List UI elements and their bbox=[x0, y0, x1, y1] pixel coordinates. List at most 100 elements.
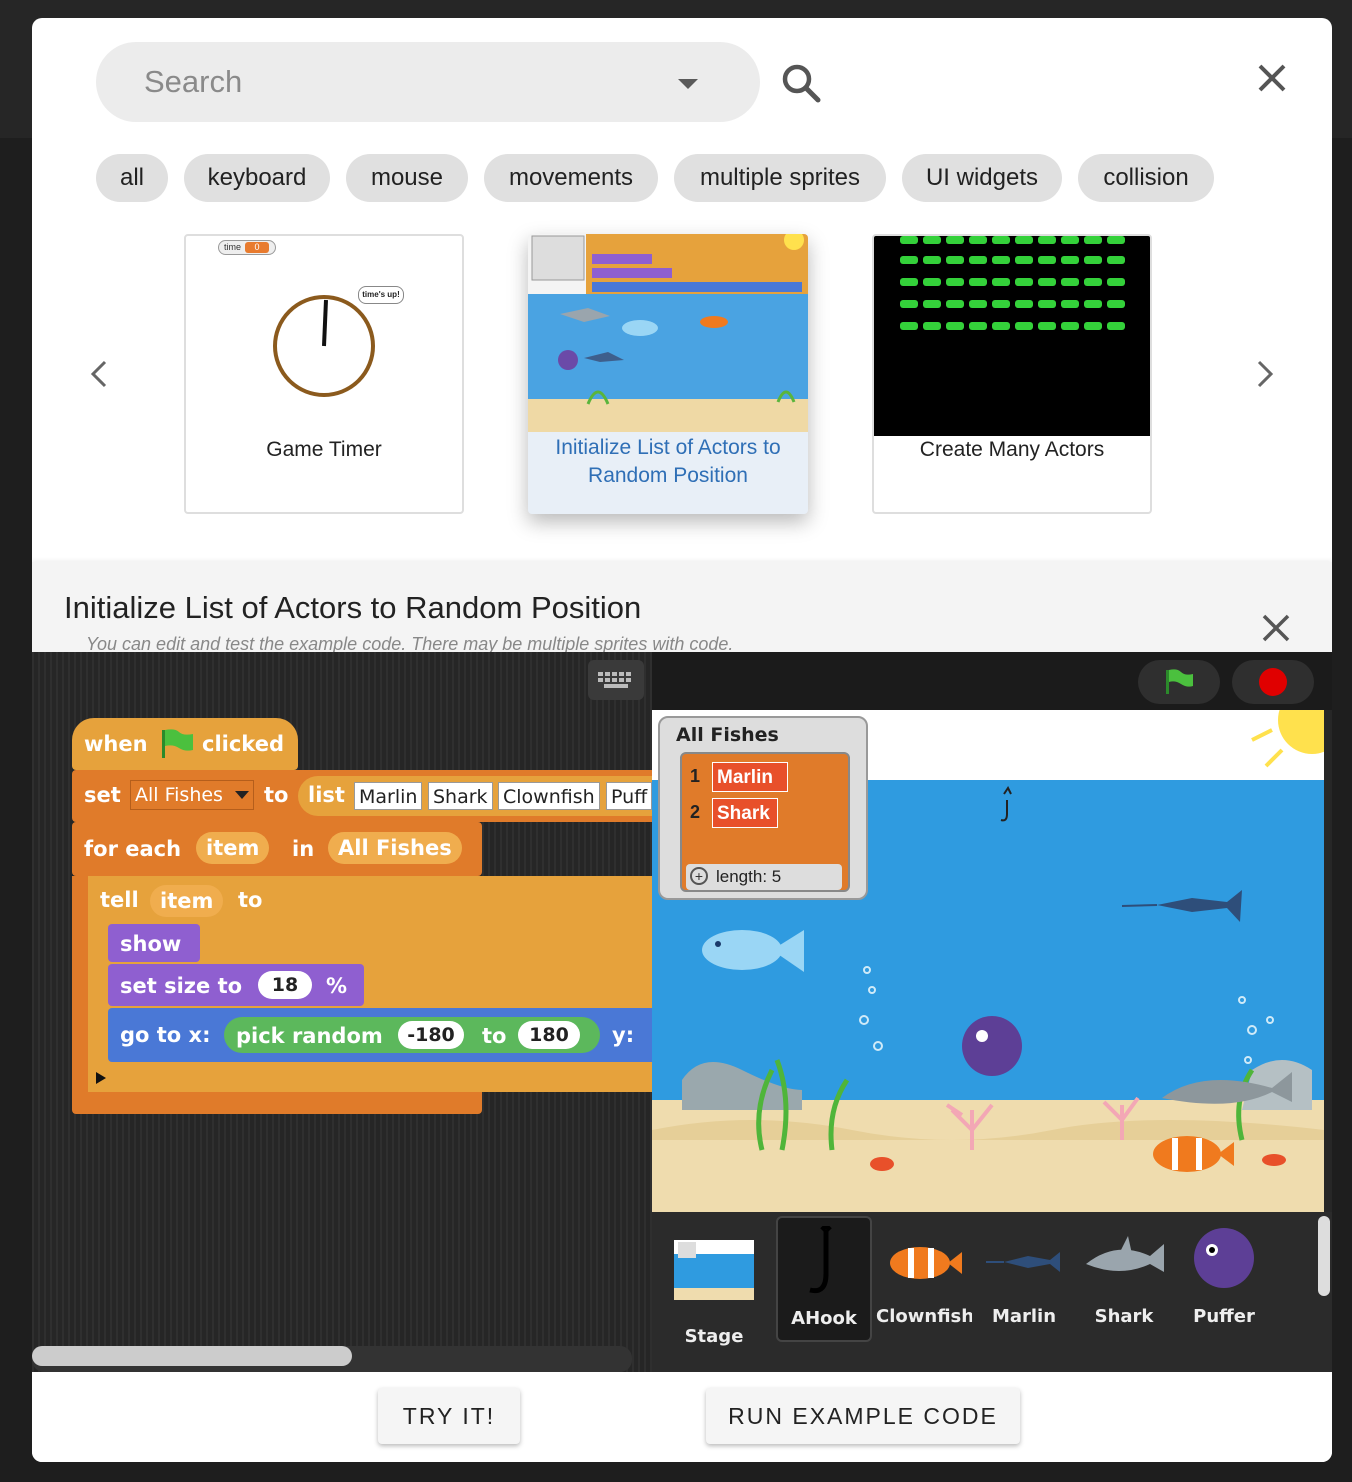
variable-dropdown-value: All Fishes bbox=[135, 784, 223, 806]
timer-variable-watcher: time 0 bbox=[218, 240, 276, 255]
sprite-name: Clownfish bbox=[876, 1306, 972, 1327]
hat-when-label: when bbox=[84, 732, 148, 756]
list-value[interactable]: Marlin bbox=[712, 762, 788, 792]
arrow-right-icon bbox=[96, 1072, 106, 1084]
item-variable[interactable]: item bbox=[196, 832, 270, 864]
search-box bbox=[96, 42, 760, 122]
add-item-icon[interactable]: + bbox=[690, 867, 708, 885]
list-slot[interactable]: Puff bbox=[606, 782, 652, 810]
tell-c-arm bbox=[88, 926, 104, 1066]
tag-keyboard[interactable]: keyboard bbox=[184, 154, 330, 202]
set-variable-block[interactable]: set All Fishes to list Marlin Shark Clow… bbox=[72, 770, 652, 822]
green-flag-button[interactable] bbox=[1138, 660, 1220, 704]
scrollbar-thumb[interactable] bbox=[32, 1346, 352, 1366]
go-to-x-label: go to x: bbox=[120, 1023, 211, 1047]
sprite-corral: Stage AHook Clownfish Marlin Shark Puffe… bbox=[652, 1212, 1332, 1372]
example-card-game-timer[interactable]: time 0 time's up! Game Timer bbox=[184, 234, 464, 514]
list-value[interactable]: Shark bbox=[712, 798, 778, 828]
show-block[interactable]: show bbox=[108, 924, 200, 962]
tell-label: tell bbox=[100, 888, 139, 912]
to-label: to bbox=[264, 783, 289, 807]
set-size-block[interactable]: set size to 18 % bbox=[108, 964, 364, 1006]
random-to-input[interactable]: 180 bbox=[518, 1021, 580, 1049]
tag-mouse[interactable]: mouse bbox=[346, 154, 468, 202]
tag-movements[interactable]: movements bbox=[484, 154, 658, 202]
sprite-name: AHook bbox=[791, 1308, 857, 1329]
tag-multiple-sprites[interactable]: multiple sprites bbox=[674, 154, 886, 202]
tell-item-variable[interactable]: item bbox=[150, 885, 224, 917]
sprite-tile-marlin[interactable]: Marlin bbox=[976, 1212, 1072, 1342]
list-watcher-body: 1 Marlin 2 Shark + length: 5 bbox=[680, 752, 850, 892]
watcher-title: All Fishes bbox=[676, 724, 779, 746]
for-each-block[interactable]: for each item in All Fishes bbox=[72, 822, 482, 876]
set-size-label: set size to bbox=[120, 974, 243, 998]
stop-icon bbox=[1259, 668, 1287, 696]
list-reporter[interactable]: list Marlin Shark Clownfish Puff bbox=[298, 776, 652, 816]
search-icon[interactable] bbox=[778, 60, 826, 108]
puffer-sprite bbox=[962, 1016, 1022, 1076]
close-detail-icon[interactable] bbox=[1256, 608, 1296, 648]
detail-title: Initialize List of Actors to Random Posi… bbox=[64, 590, 642, 625]
sprite-tile-clownfish[interactable]: Clownfish bbox=[876, 1212, 972, 1342]
sprite-tile-puffer[interactable]: Puffer bbox=[1176, 1212, 1272, 1342]
keyboard-icon[interactable] bbox=[588, 660, 644, 700]
invaders-thumbnail bbox=[874, 236, 1150, 436]
for-each-c-arm bbox=[72, 876, 88, 1092]
chevron-down-icon[interactable] bbox=[678, 79, 698, 89]
chevron-right-icon[interactable] bbox=[1244, 354, 1284, 394]
sprite-tile-ahook[interactable]: AHook bbox=[776, 1216, 872, 1342]
dialog-footer: TRY IT! RUN EXAMPLE CODE bbox=[32, 1372, 1332, 1462]
run-example-code-button[interactable]: RUN EXAMPLE CODE bbox=[706, 1388, 1020, 1444]
when-flag-clicked-block[interactable]: when clicked bbox=[72, 718, 298, 770]
green-flag-icon bbox=[162, 729, 193, 758]
random-from-input[interactable]: -180 bbox=[398, 1021, 464, 1049]
close-icon[interactable] bbox=[1248, 54, 1296, 102]
list-index: 1 bbox=[690, 766, 701, 786]
sprite-tile-stage[interactable]: Stage bbox=[666, 1228, 762, 1358]
go-to-xy-block[interactable]: go to x: pick random -180 to 180 y: bbox=[108, 1008, 652, 1062]
stage-thumbnail bbox=[674, 1240, 754, 1300]
for-each-label: for each bbox=[84, 837, 182, 861]
stage[interactable]: All Fishes 1 Marlin 2 Shark + length: 5 bbox=[652, 710, 1324, 1212]
list-slot[interactable]: Shark bbox=[428, 782, 493, 810]
variable-dropdown[interactable]: All Fishes bbox=[130, 780, 254, 810]
example-card-create-many-actors[interactable]: Create Many Actors bbox=[872, 234, 1152, 514]
list-watcher[interactable]: All Fishes 1 Marlin 2 Shark + length: 5 bbox=[658, 716, 868, 900]
card-title: Initialize List of Actors to Random Posi… bbox=[555, 436, 781, 487]
list-length-label: length: 5 bbox=[716, 867, 782, 886]
tell-block[interactable]: tell item to bbox=[88, 876, 652, 926]
pick-random-label: pick random bbox=[236, 1024, 383, 1048]
try-it-button[interactable]: TRY IT! bbox=[378, 1388, 520, 1444]
tag-collision[interactable]: collision bbox=[1078, 154, 1214, 202]
shark-icon bbox=[1086, 1236, 1164, 1272]
scripts-scrollbar[interactable] bbox=[32, 1346, 632, 1372]
sprite-tile-shark[interactable]: Shark bbox=[1076, 1212, 1172, 1342]
list-index: 2 bbox=[690, 802, 701, 822]
corral-scrollbar[interactable] bbox=[1318, 1216, 1330, 1296]
chevron-left-icon[interactable] bbox=[80, 354, 120, 394]
search-input[interactable] bbox=[144, 60, 664, 104]
aquarium-thumbnail bbox=[528, 234, 808, 432]
timer-variable-value: 0 bbox=[245, 242, 269, 253]
tag-ui-widgets[interactable]: UI widgets bbox=[902, 154, 1062, 202]
timer-variable-label: time bbox=[224, 242, 242, 252]
size-input[interactable]: 18 bbox=[258, 971, 312, 999]
example-card-initialize-list[interactable]: Initialize List of Actors to Random Posi… bbox=[528, 234, 808, 514]
clock-icon bbox=[273, 295, 375, 397]
all-fishes-variable[interactable]: All Fishes bbox=[328, 832, 462, 864]
sprite-name: Marlin bbox=[991, 1306, 1057, 1327]
stop-button[interactable] bbox=[1232, 660, 1314, 704]
list-footer: + length: 5 bbox=[686, 864, 842, 890]
pick-random-reporter[interactable]: pick random -180 to 180 bbox=[224, 1017, 600, 1053]
green-flag-icon bbox=[1166, 669, 1193, 694]
example-detail-header: Initialize List of Actors to Random Posi… bbox=[32, 562, 1332, 654]
scripts-pane[interactable]: when clicked set All Fishes to list Marl… bbox=[32, 652, 652, 1372]
list-slot[interactable]: Marlin bbox=[354, 782, 423, 810]
tag-all[interactable]: all bbox=[96, 154, 168, 202]
set-label: set bbox=[84, 783, 121, 807]
hook-icon bbox=[809, 1226, 832, 1294]
for-each-c-foot bbox=[72, 1092, 482, 1114]
tell-c-foot bbox=[88, 1066, 652, 1092]
marlin-icon bbox=[986, 1252, 1060, 1272]
list-slot[interactable]: Clownfish bbox=[498, 782, 600, 810]
